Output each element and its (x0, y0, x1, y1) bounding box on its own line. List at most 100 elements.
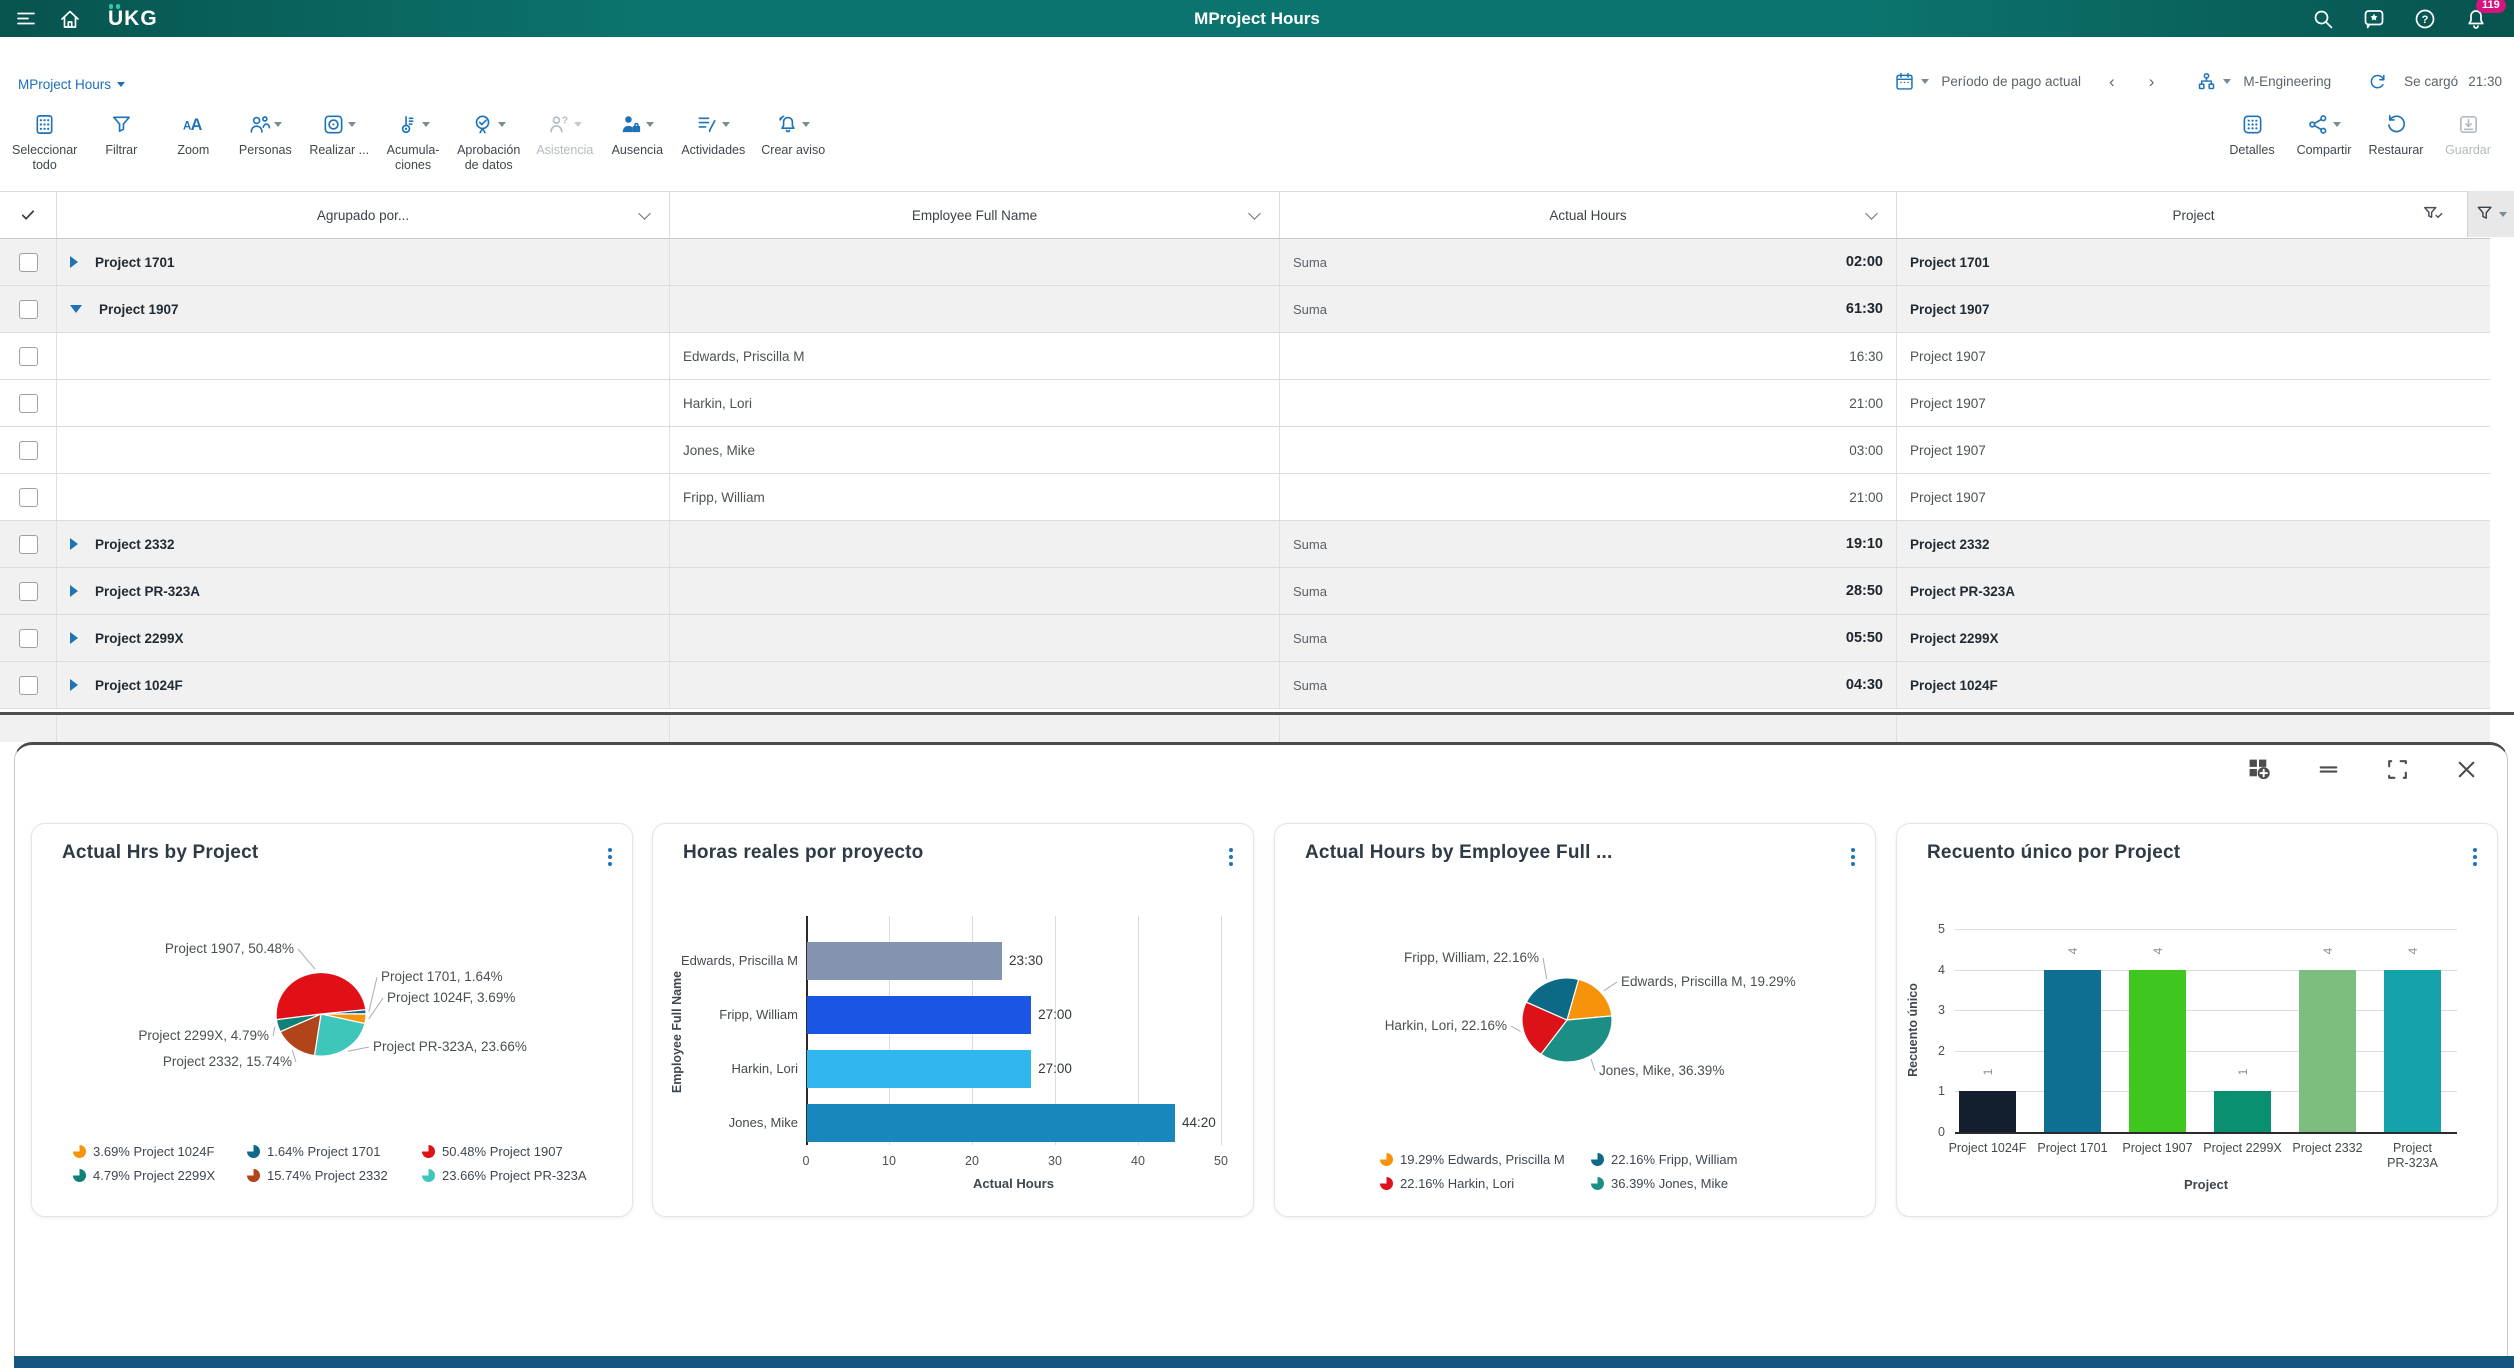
row-checkbox[interactable] (19, 300, 38, 319)
employee-row[interactable]: Harkin, Lori21:00Project 1907 (0, 380, 2490, 427)
x-axis-line (1955, 1132, 2457, 1134)
chart-menu-icon[interactable] (1225, 844, 1237, 870)
expand-group-icon[interactable] (70, 256, 78, 268)
bar[interactable] (2129, 970, 2186, 1132)
help-icon[interactable]: ? (2413, 7, 2437, 31)
column-filter-icon[interactable] (2422, 204, 2444, 226)
row-checkbox[interactable] (19, 394, 38, 413)
bar[interactable] (807, 1050, 1031, 1088)
group-row[interactable]: Project 1024FSuma04:30Project 1024F (0, 662, 2490, 709)
search-icon[interactable] (2311, 7, 2335, 31)
project-value: Project 1701 (1910, 255, 1990, 270)
expand-group-icon[interactable] (70, 632, 78, 644)
bar-category-label: Jones, Mike (658, 1115, 798, 1130)
toolbar-button-accruals[interactable]: Acumula- ciones (377, 110, 449, 173)
row-checkbox[interactable] (19, 488, 38, 507)
chevron-down-icon[interactable] (1248, 207, 1261, 220)
save-icon (2457, 113, 2480, 136)
bar[interactable] (2044, 970, 2101, 1132)
employee-row[interactable]: Fripp, William21:00Project 1907 (0, 474, 2490, 521)
column-header-actual-hours[interactable]: Actual Hours (1280, 192, 1897, 238)
column-header-employee[interactable]: Employee Full Name (670, 192, 1280, 238)
toolbar-button-notice[interactable]: Crear aviso (753, 110, 833, 158)
expand-group-icon[interactable] (70, 585, 78, 597)
bar[interactable] (807, 996, 1031, 1034)
select-all-checkbox[interactable] (0, 192, 57, 238)
toolbar-button-zoom[interactable]: AAZoom (157, 110, 229, 158)
column-header-project[interactable]: Project (1897, 192, 2490, 238)
toolbar-button-details[interactable]: Detalles (2216, 110, 2288, 158)
org-caret-icon[interactable] (2223, 79, 2231, 84)
svg-text:?: ? (2422, 14, 2429, 26)
timeframe-caret-icon[interactable] (1921, 79, 1929, 84)
toolbar-button-filter[interactable]: Filtrar (85, 110, 157, 158)
chevron-down-icon[interactable] (1865, 207, 1878, 220)
chart-menu-icon[interactable] (2469, 844, 2481, 870)
next-period-button[interactable]: › (2149, 75, 2155, 89)
loaded-time: 21:30 (2468, 74, 2502, 89)
row-checkbox[interactable] (19, 441, 38, 460)
column-header-grouped-by[interactable]: Agrupado por... (57, 192, 670, 238)
main-menu-icon[interactable] (14, 7, 38, 31)
bar[interactable] (2299, 970, 2356, 1132)
legend-item: 19.29% Edwards, Priscilla M (1380, 1152, 1565, 1167)
activities-icon (696, 113, 719, 136)
row-checkbox[interactable] (19, 582, 38, 601)
group-label: Project 1024F (95, 678, 183, 693)
sum-label: Suma (1293, 631, 1327, 646)
chevron-down-icon[interactable] (638, 207, 651, 220)
group-row[interactable]: Project 2332Suma19:10Project 2332 (0, 521, 2490, 568)
callout-leader-line (1591, 1059, 1595, 1071)
expand-group-icon[interactable] (70, 679, 78, 691)
employee-row[interactable]: Edwards, Priscilla M16:30Project 1907 (0, 333, 2490, 380)
chart-body: 0123451Project 1024F4Project 17014Projec… (1897, 824, 2497, 1216)
toolbar-button-label: Filtrar (105, 143, 137, 158)
collapse-group-icon[interactable] (70, 305, 82, 313)
ukg-logo-dots (109, 4, 120, 9)
chart-menu-icon[interactable] (1847, 844, 1859, 870)
row-checkbox[interactable] (19, 676, 38, 695)
group-row[interactable]: Project PR-323ASuma28:50Project PR-323A (0, 568, 2490, 615)
row-checkbox[interactable] (19, 629, 38, 648)
feedback-icon[interactable] (2362, 7, 2386, 31)
bar-value-label: 23:30 (1009, 953, 1043, 968)
bar[interactable] (807, 1104, 1175, 1142)
bar[interactable] (2214, 1091, 2271, 1132)
actual-hours-value: 02:00 (1846, 254, 1883, 270)
toolbar-button-data-approval[interactable]: Aprobación de datos (449, 110, 528, 173)
calendar-icon[interactable] (1894, 71, 1915, 92)
slice-label: Project PR-323A, 23.66% (373, 1039, 527, 1054)
employee-row[interactable]: Jones, Mike03:00Project 1907 (0, 427, 2490, 474)
refresh-icon[interactable] (2367, 71, 2388, 92)
row-checkbox[interactable] (19, 347, 38, 366)
row-checkbox[interactable] (19, 535, 38, 554)
toolbar-button-restore[interactable]: Restaurar (2360, 110, 2432, 158)
toolbar-button-absence[interactable]: Ausencia (601, 110, 673, 158)
chart-menu-icon[interactable] (604, 844, 616, 870)
expand-group-icon[interactable] (70, 538, 78, 550)
grid-filter-button[interactable] (2467, 191, 2514, 237)
toolbar-button-share[interactable]: Compartir (2288, 110, 2360, 158)
actual-hours-value: 05:50 (1846, 630, 1883, 646)
chevron-down-icon (2333, 122, 2341, 127)
toolbar-button-perform[interactable]: Realizar ... (301, 110, 377, 158)
row-checkbox[interactable] (19, 253, 38, 272)
slice-label: Project 1701, 1.64% (381, 969, 503, 984)
toolbar-button-select-all[interactable]: Seleccionar todo (4, 110, 85, 173)
bar[interactable] (807, 942, 1002, 980)
org-hierarchy-icon[interactable] (2196, 71, 2217, 92)
toolbar-button-activities[interactable]: Actividades (673, 110, 753, 158)
notifications-bell-icon[interactable]: 119 (2464, 7, 2488, 31)
toolbar-button-label: Actividades (681, 143, 745, 158)
group-row[interactable]: Project 1907Suma61:30Project 1907 (0, 286, 2490, 333)
dataviz-panel: Project 1907, 50.48%Project 1701, 1.64%P… (14, 742, 2508, 1357)
view-selector-label: MProject Hours (18, 77, 111, 92)
toolbar-button-people[interactable]: Personas (229, 110, 301, 158)
view-selector[interactable]: MProject Hours (18, 77, 125, 92)
home-icon[interactable] (58, 7, 82, 31)
bar[interactable] (1959, 1091, 2016, 1132)
group-row[interactable]: Project 2299XSuma05:50Project 2299X (0, 615, 2490, 662)
previous-period-button[interactable]: ‹ (2109, 75, 2115, 89)
group-row[interactable]: Project 1701Suma02:00Project 1701 (0, 239, 2490, 286)
bar[interactable] (2384, 970, 2441, 1132)
